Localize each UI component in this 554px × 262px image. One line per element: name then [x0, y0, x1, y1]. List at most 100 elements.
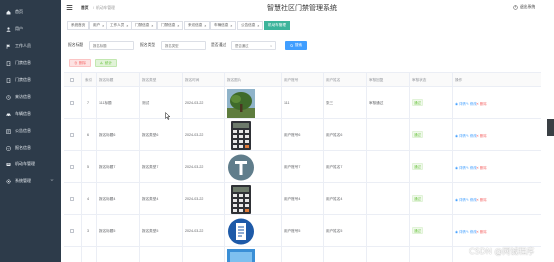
tab-home[interactable]: 系统首页 — [67, 21, 90, 30]
cell-name: 张三 — [326, 101, 334, 105]
close-icon[interactable]: × — [102, 24, 104, 28]
close-icon[interactable]: × — [257, 24, 259, 28]
view-button[interactable]: ◉ 详情 — [455, 197, 466, 203]
cell-name: 用户姓名5 — [326, 229, 343, 233]
row-checkbox[interactable] — [70, 165, 74, 169]
logout-button[interactable]: 退出系统 — [513, 5, 535, 10]
tab-notice[interactable]: 公告信息 × — [237, 21, 264, 30]
table-row[interactable]: 7 111标题 测试 2024-03-22 111 张三 审核通过 通过 ◉ 详情… — [64, 87, 541, 119]
document-icon — [228, 218, 254, 245]
sidebar-item-label: 来访信息 — [15, 94, 31, 99]
cell-index: 4 — [87, 197, 89, 201]
stats-button[interactable]: 统计 — [95, 59, 117, 67]
row-checkbox[interactable] — [70, 229, 74, 233]
sidebar-item-system[interactable]: 系统管理 — [0, 175, 61, 187]
cell-title: 报名标题5 — [99, 229, 116, 233]
cell-account: 用户账号6 — [284, 133, 301, 137]
row-delete-label: 删除 — [479, 134, 487, 138]
row-delete-button[interactable]: ✕ 删除 — [476, 165, 487, 171]
sidebar-item-staff[interactable]: 工作人员 — [0, 40, 61, 52]
close-icon[interactable]: × — [151, 24, 153, 28]
view-button[interactable]: ◉ 详情 — [455, 229, 466, 235]
cell-name: 用户姓名4 — [326, 197, 343, 201]
cell-title: 报名标题7 — [99, 165, 116, 169]
sidebar-item-signup[interactable]: 报名信息 — [0, 142, 61, 154]
edit-icon: ✎ — [466, 197, 469, 202]
tab-motor-vehicle[interactable]: 机动车管理 — [264, 21, 290, 30]
view-label: 详情 — [458, 102, 466, 106]
tab-access[interactable]: 门禁信息 × — [131, 21, 158, 30]
row-checkbox[interactable] — [70, 101, 74, 105]
sidebar-item-label: 工作人员 — [15, 43, 31, 48]
search-type-label: 报名类型 — [140, 43, 156, 47]
close-icon[interactable]: × — [230, 24, 232, 28]
cell-time: 2024-03-22 — [185, 197, 204, 201]
sidebar-item-vehicle-info[interactable]: 车辆信息 — [0, 108, 61, 120]
view-button[interactable]: ◉ 详情 — [455, 133, 466, 139]
delete-button-label: 删除 — [78, 60, 87, 65]
table-header: 索引 报名标题 报名类型 报名时间 报名图片 用户账号 用户姓名 审核回复 审核… — [64, 73, 541, 87]
tab-label: 系统首页 — [71, 23, 86, 27]
sidebar-item-home[interactable]: 首页 — [0, 6, 61, 18]
select-all-checkbox[interactable] — [70, 78, 74, 82]
tab-label: 来访信息 — [188, 23, 203, 27]
calculator-icon — [231, 185, 251, 214]
cell-time: 2024-03-22 — [185, 165, 204, 169]
view-label: 详情 — [458, 134, 466, 138]
th-image: 报名图片 — [227, 78, 242, 82]
view-button[interactable]: ◉ 详情 — [455, 165, 466, 171]
close-icon[interactable]: × — [126, 24, 128, 28]
tab-vehicle-info[interactable]: 车辆信息 × — [210, 21, 237, 30]
chevron-down-icon — [50, 178, 54, 182]
status-badge: 通过 — [412, 131, 423, 138]
tab-bar: 系统首页 用户 × 工作人员 × 门禁信息 × 门禁信息 × 来访信息 × 车辆信息 × 公… — [61, 21, 554, 32]
search-type-input[interactable] — [161, 41, 206, 50]
row-delete-label: 删除 — [479, 198, 487, 202]
th-account: 用户账号 — [284, 78, 299, 82]
sidebar-item-access-2[interactable]: 门禁信息 — [0, 74, 61, 86]
table-row[interactable]: 3 报名标题5 报名类型5 2024-03-22 用户账号5 用户姓名5 通过 … — [64, 215, 541, 247]
sidebar-item-access[interactable]: 门禁信息 — [0, 57, 61, 69]
door-icon — [6, 60, 11, 66]
breadcrumb-home[interactable]: 首页 — [81, 6, 89, 11]
calculator-icon — [231, 121, 251, 150]
row-delete-button[interactable]: ✕ 删除 — [476, 101, 487, 107]
scrollbar-handle[interactable] — [547, 119, 554, 136]
chevron-down-icon: ∨ — [270, 44, 273, 48]
sidebar-item-motor-vehicle[interactable]: 机动车管理 — [0, 158, 61, 170]
search-button[interactable]: 搜索 — [285, 41, 307, 50]
table-row[interactable]: 5 报名标题7 报名类型7 2024-03-22 用户账号7 用户姓名7 通过 … — [64, 151, 541, 183]
cell-time: 2024-03-22 — [185, 229, 204, 233]
view-icon: ◉ — [455, 101, 458, 106]
tab-label: 门禁信息 — [161, 23, 176, 27]
search-title-input[interactable] — [89, 41, 134, 50]
close-icon[interactable]: × — [204, 24, 206, 28]
view-icon: ◉ — [455, 165, 458, 170]
breadcrumb-current: 机动车管理 — [96, 6, 115, 10]
sidebar-item-label: 首页 — [15, 9, 23, 14]
row-delete-button[interactable]: ✕ 删除 — [476, 133, 487, 139]
sidebar-item-notice[interactable]: 公告信息 — [0, 125, 61, 137]
status-badge: 通过 — [412, 163, 423, 170]
sidebar-item-visitor[interactable]: 来访信息 — [0, 91, 61, 103]
flag-icon — [6, 44, 11, 49]
menu-toggle-icon[interactable] — [66, 4, 73, 11]
row-delete-button[interactable]: ✕ 删除 — [476, 197, 487, 203]
logout-icon — [513, 5, 518, 10]
tab-access-2[interactable]: 门禁信息 × — [157, 21, 184, 30]
table-row[interactable]: 4 报名标题4 报名类型4 2024-03-22 用户账号4 用户姓名4 通过 … — [64, 183, 541, 215]
tab-visitor[interactable]: 来访信息 × — [184, 21, 211, 30]
delete-button[interactable]: 删除 — [69, 59, 91, 67]
row-checkbox[interactable] — [70, 197, 74, 201]
row-checkbox[interactable] — [70, 133, 74, 137]
table-row[interactable]: 6 报名标题6 报名类型6 2024-03-22 用户账号6 用户姓名6 通过 … — [64, 119, 541, 151]
tab-label: 机动车管理 — [268, 23, 286, 27]
sidebar-item-user[interactable]: 用户 — [0, 23, 61, 35]
view-button[interactable]: ◉ 详情 — [455, 101, 466, 107]
row-delete-label: 删除 — [479, 166, 487, 170]
sidebar-item-label: 门禁信息 — [15, 60, 31, 65]
search-button-label: 搜索 — [294, 43, 303, 47]
close-icon[interactable]: × — [177, 24, 179, 28]
tab-staff[interactable]: 工作人员 × — [106, 21, 133, 30]
row-delete-button[interactable]: ✕ 删除 — [476, 229, 487, 235]
